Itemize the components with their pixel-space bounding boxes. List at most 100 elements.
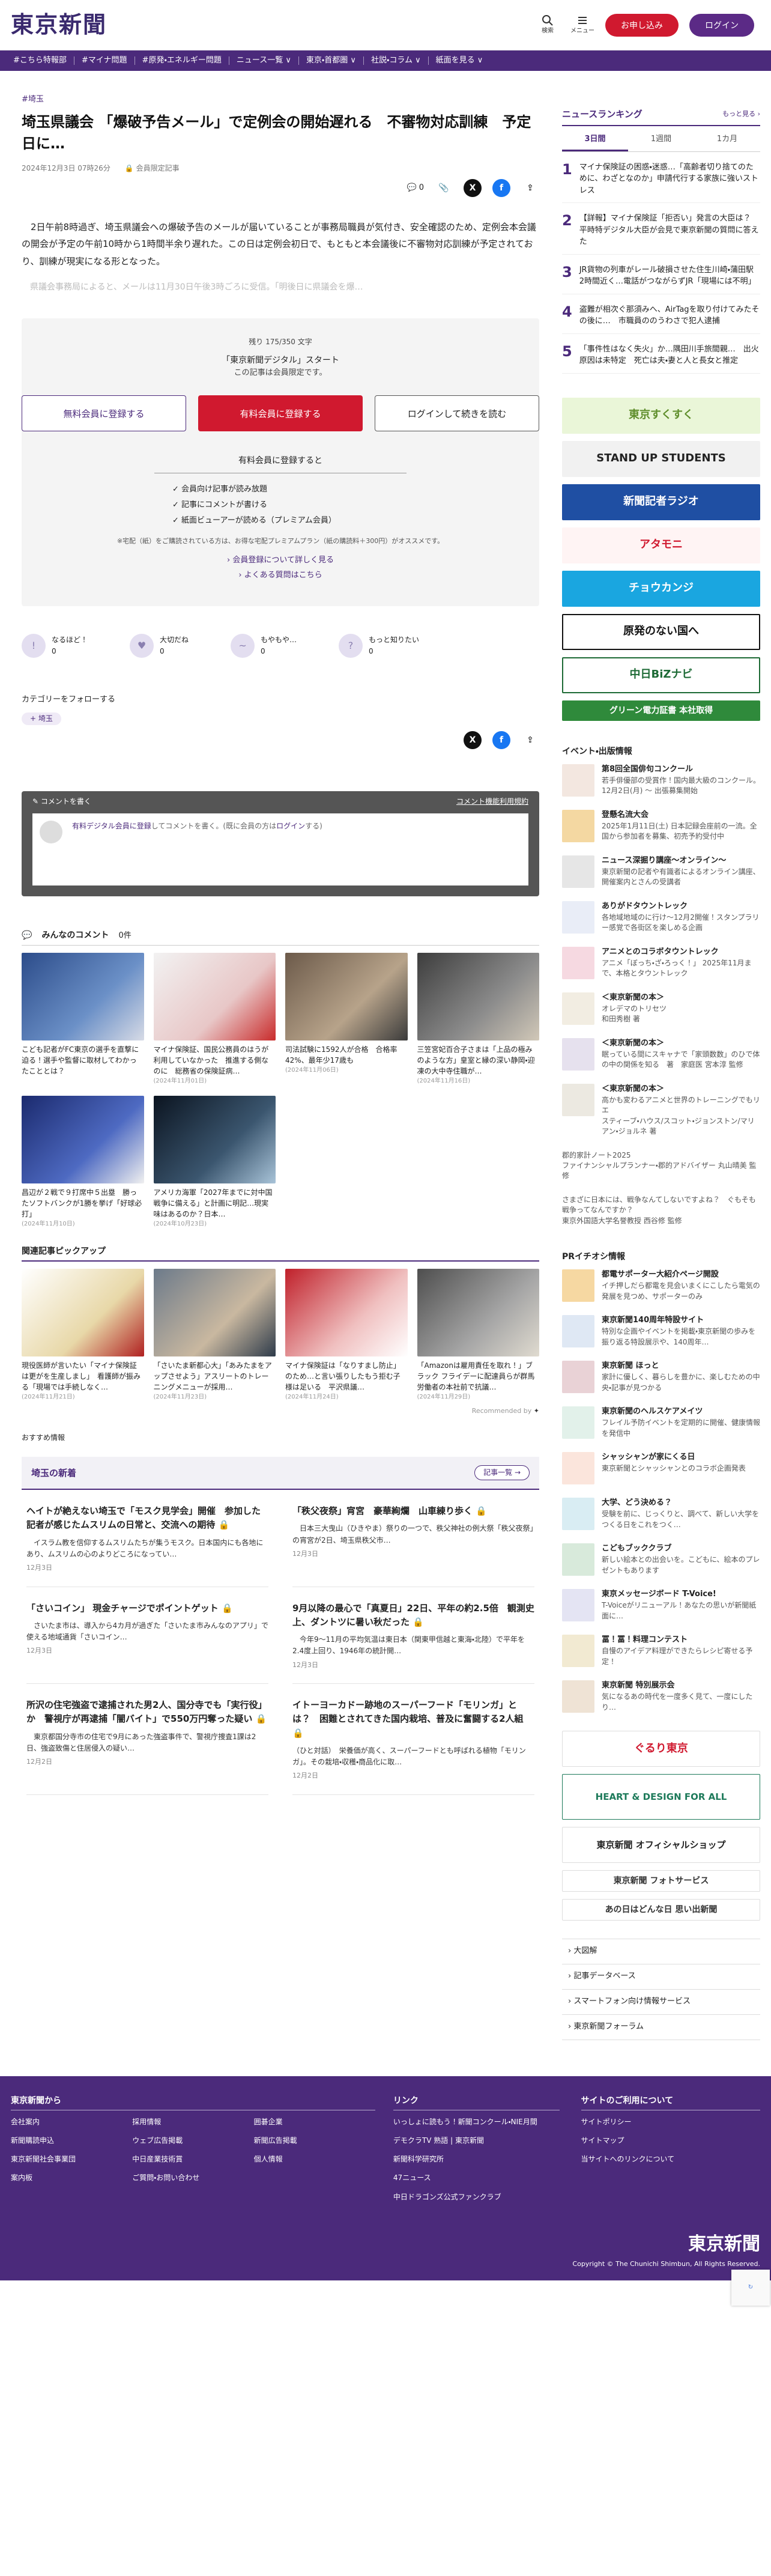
login-to-read-button[interactable]: ログインして続きを読む	[374, 395, 540, 432]
pickup-card[interactable]: 「さいたま新都心大」「あみたまをアップさせよう」アスリートのトレーニングメニュー…	[153, 1269, 276, 1402]
ranking-item[interactable]: 5 「事件性はなく失火」か…隅田川手旅間親… 出火原因は未特定 死亡は夫・妻と人と…	[562, 334, 760, 374]
banner-omoide[interactable]: あの日はどんな日 思い出新聞	[562, 1899, 760, 1921]
footer-link[interactable]: 会社案内	[11, 2116, 132, 2128]
share-icon[interactable]: ⇪	[521, 731, 539, 749]
comment-login-link[interactable]: ログイン	[276, 822, 305, 830]
banner-radio[interactable]: 新聞記者ラジオ	[562, 484, 760, 520]
pr-item[interactable]: 大学、どう決める？ 受験を前に、じっくりと、調べて、新しい大学をつくる日をこれをつ…	[562, 1498, 760, 1531]
event-item[interactable]: ＜東京新聞の本＞ オレデマのトリセツ 和田秀樹 著	[562, 992, 760, 1025]
nav-item-news-list[interactable]: ニュース一覧 ∨	[229, 55, 298, 67]
banner-heart-design[interactable]: HEART & DESIGN FOR ALL	[562, 1774, 760, 1820]
footer-link[interactable]: 案内板	[11, 2172, 132, 2184]
footer-link[interactable]: 新聞購読申込	[11, 2135, 132, 2146]
event-item[interactable]: ＜東京新聞の本＞ 眠っている間にスキャナで「家頭数数」のひで体の中の関係を知る 著…	[562, 1038, 760, 1071]
pickup-card[interactable]: 現役医師が言いたい「マイナ保険証は更がを生産しまし」 看護師が振みる「現場では手…	[22, 1269, 144, 1402]
paid-register-button[interactable]: 有料会員に登録する	[198, 395, 363, 432]
nav-item-myna[interactable]: #マイナ問題	[74, 55, 135, 67]
news-item[interactable]: 9月以降の最心で「真夏日」22日、平年の約2.5倍 観測史上、ダントツに暑い秋だ…	[292, 1587, 534, 1684]
footer-link[interactable]: デモクラTV 熟語 | 東京新聞	[393, 2135, 560, 2146]
footer-link[interactable]: 47ニュース	[393, 2172, 560, 2184]
x-share-icon[interactable]: X	[464, 731, 482, 749]
pr-item[interactable]: 冨！冨！料理コンテスト 自慢のアイデア料理ができたらレシピ寄せる予定！	[562, 1635, 760, 1668]
register-detail-link[interactable]: › 会員登録について詳しく見る	[22, 554, 539, 567]
side-link[interactable]: › 記事データベース	[562, 1964, 760, 1990]
ranking-item[interactable]: 2 【詳報】マイナ保険証「拒否い」発言の大臣は？ 平時特デジタル大臣が会見で東京新…	[562, 203, 760, 255]
footer-link[interactable]: 個人情報	[254, 2154, 375, 2165]
event-item-text[interactable]: さまざに日本には、戦争なんてしないですよね？ ぐもそも戦争ってなんですか？ 東京…	[562, 1195, 760, 1226]
recaptcha-badge[interactable]: ↻	[731, 2270, 770, 2306]
banner-gururi-tokyo[interactable]: ぐるり東京	[562, 1731, 760, 1767]
footer-link[interactable]: ご質問・お問い合わせ	[132, 2172, 253, 2184]
ranking-item[interactable]: 1 マイナ保険証の困惑・迷惑…「高齢者切り捨てのために、わざとなのか」申請代行する…	[562, 152, 760, 204]
footer-link[interactable]: ウェブ広告掲載	[132, 2135, 253, 2146]
news-item[interactable]: 「さいコイン」 現金チャージでポイントゲット 🔒 さいたま市は、導入から4カ月が…	[26, 1587, 268, 1684]
related-card[interactable]: マイナ保険証、国民公務員のはうが利用していなかった 推進する側なのに 総務省の保…	[153, 952, 276, 1086]
related-card[interactable]: アメリカ海軍「2027年までに対中国戦争に備える」と計画に明記…現実味はあるのか…	[153, 1095, 276, 1229]
footer-logo[interactable]: 東京新聞	[572, 2230, 760, 2259]
news-item[interactable]: 所沢の住宅強盗で逮捕された男2人、国分寺でも「実行役」か 警視庁が再逮捕「闇バイ…	[26, 1684, 268, 1795]
side-link[interactable]: › スマートフォン向け情報サービス	[562, 1990, 760, 2015]
nav-item-kochira[interactable]: #こちら特報部	[6, 55, 74, 67]
clip-icon[interactable]: 📎	[435, 179, 453, 197]
banner-chokanji[interactable]: チョウカンジ	[562, 570, 760, 607]
pr-item[interactable]: こどもブッククラブ 新しい絵本との出会いを。こどもに、絵本のプレゼントもあります	[562, 1543, 760, 1576]
event-item[interactable]: 登懸名流大会 2025年1月11日(土) 日本記録会座前の一流。全国から参加者を募…	[562, 810, 760, 843]
related-card[interactable]: 昌辺が２戦で９打席中５出塁 勝ったソフトバンクが1勝を挙げ「好球必打」 (2024…	[22, 1095, 144, 1229]
register-button[interactable]: お申し込み	[605, 13, 679, 37]
pr-item[interactable]: 東京新聞 ほっと 家計に優しく、暮らしを豊かに、楽しむための中央・記事が見つかる	[562, 1361, 760, 1394]
menu-button[interactable]: メニュー	[570, 14, 594, 36]
search-button[interactable]: 検索	[536, 14, 560, 36]
comment-rules-link[interactable]: コメント機能利用規約	[456, 796, 528, 807]
banner-bizinavi[interactable]: 中日BiZナビ	[562, 657, 760, 693]
free-register-button[interactable]: 無料会員に登録する	[22, 395, 187, 432]
footer-link[interactable]: 中日ドラゴンズ公式ファンクラブ	[393, 2192, 560, 2203]
banner-standup-students[interactable]: STAND UP STUDENTS	[562, 440, 760, 477]
reaction-moyamoya[interactable]: ~ もやもや… 0	[231, 633, 297, 658]
reaction-naruhodo[interactable]: ! なるほど！ 0	[22, 633, 88, 658]
facebook-share-icon[interactable]: f	[492, 178, 510, 197]
pr-item[interactable]: 東京新聞のヘルスケアメイツ フレイル予防イベントを定期的に開催、健康情報を発信中	[562, 1406, 760, 1439]
footer-link[interactable]: 当サイトへのリンクについて	[581, 2154, 760, 2165]
footer-link[interactable]: 東京新聞社会事業団	[11, 2154, 132, 2165]
pr-item[interactable]: シャッシャンが家にくる日 東京新聞とシャッシャンとのコラボ企画発表	[562, 1452, 760, 1485]
news-item[interactable]: ヘイトが絶えない埼玉で「モスク見学会」開催 参加した記者が感じたムスリムの日常と…	[26, 1490, 268, 1587]
tab-1week[interactable]: 1週間	[628, 130, 694, 151]
banner-green-power[interactable]: グリーン電力証書 本社取得	[562, 700, 760, 721]
pr-item[interactable]: 東京メッセージボード T-Voice! T-Voiceがリニューアル！あなたの思い…	[562, 1589, 760, 1622]
pr-item[interactable]: 東京新聞140周年特設サイト 特別な企画やイベントを掲載・東京新聞の歩みを振り返る…	[562, 1315, 760, 1348]
facebook-share-icon[interactable]: f	[492, 731, 510, 749]
tab-1month[interactable]: 1カ月	[694, 130, 760, 151]
footer-link[interactable]: 囲碁企業	[254, 2116, 375, 2128]
pr-item[interactable]: 東京新聞 特別展示会 気になるあの時代を一度多く見て、一度にしたり…	[562, 1680, 760, 1713]
footer-link[interactable]: 新聞科学研究所	[393, 2154, 560, 2165]
share-icon[interactable]: ⇪	[521, 179, 539, 197]
news-item[interactable]: イトーヨーカドー跡地のスーパーフード「モリンガ」とは？ 困難とされてきた国内栽培…	[292, 1684, 534, 1795]
comment-count[interactable]: 💬 0	[407, 182, 424, 195]
side-link[interactable]: › 大図解	[562, 1939, 760, 1965]
banner-photo-service[interactable]: 東京新聞 フォトサービス	[562, 1870, 760, 1892]
pr-item[interactable]: 都電サポーター大紹介ページ開設 イチ押しだら都電を見会いまくにこしたら電気の発展を…	[562, 1269, 760, 1302]
footer-link[interactable]: サイトポリシー	[581, 2116, 760, 2128]
related-card[interactable]: 三笠宮妃百合子さまは「上品の極みのような方」皇室と縁の深い静岡・迎凍の大中寺住職…	[417, 952, 539, 1086]
footer-link[interactable]: 中日産業技術賞	[132, 2154, 253, 2165]
register-digital-link[interactable]: 有料デジタル会員に登録	[72, 822, 151, 830]
banner-official-shop[interactable]: 東京新聞 オフィシャルショップ	[562, 1827, 760, 1864]
footer-link[interactable]: いっしょに読もう！新聞コンクール・NIE月間	[393, 2116, 560, 2128]
login-button[interactable]: ログイン	[689, 13, 754, 37]
event-item[interactable]: ニュース深掘り講座〜オンライン〜 東京新聞の記者や有識者によるオンライン講座、開催…	[562, 855, 760, 889]
related-card[interactable]: こども記者がFC東京の選手を直撃に迫る！選手や監督に取材してわかったこととは？	[22, 952, 144, 1086]
nav-item-tokyo[interactable]: 東京・首都圏 ∨	[299, 55, 363, 67]
tab-3days[interactable]: 3日間	[562, 130, 628, 151]
footer-link[interactable]: サイトマップ	[581, 2135, 760, 2146]
reaction-motto[interactable]: ? もっと知りたい 0	[339, 633, 419, 658]
saitama-news-more[interactable]: 記事一覧 →	[474, 1465, 530, 1481]
nav-item-genpatsu[interactable]: #原発・エネルギー問題	[135, 55, 229, 67]
ranking-more-link[interactable]: もっと見る ›	[722, 109, 760, 120]
event-item[interactable]: ありがドタウントレック 各地域地域のに行け〜12月2開催！スタンプラリー感覚で各街…	[562, 901, 760, 934]
follow-tag-saitama[interactable]: + 埼玉	[22, 712, 61, 725]
event-item-text[interactable]: 郡的家計ノート2025 ファイナンシャルプランナー・郡的アドバイザー 丸山晴美 …	[562, 1150, 760, 1182]
nav-item-paper[interactable]: 紙面を見る ∨	[429, 55, 491, 67]
pickup-card[interactable]: 「Amazonは雇用責任を取れ！」ブラック フライデーに配達員らが群馬労働者の本…	[417, 1269, 539, 1402]
comment-input[interactable]: 有料デジタル会員に登録してコメントを書く。(既に会員の方はログインする)	[32, 813, 528, 886]
event-item[interactable]: ＜東京新聞の本＞ 高かも変わるアニメと世界のトレーニングでもリエ スティーブ・ハウ…	[562, 1084, 760, 1137]
